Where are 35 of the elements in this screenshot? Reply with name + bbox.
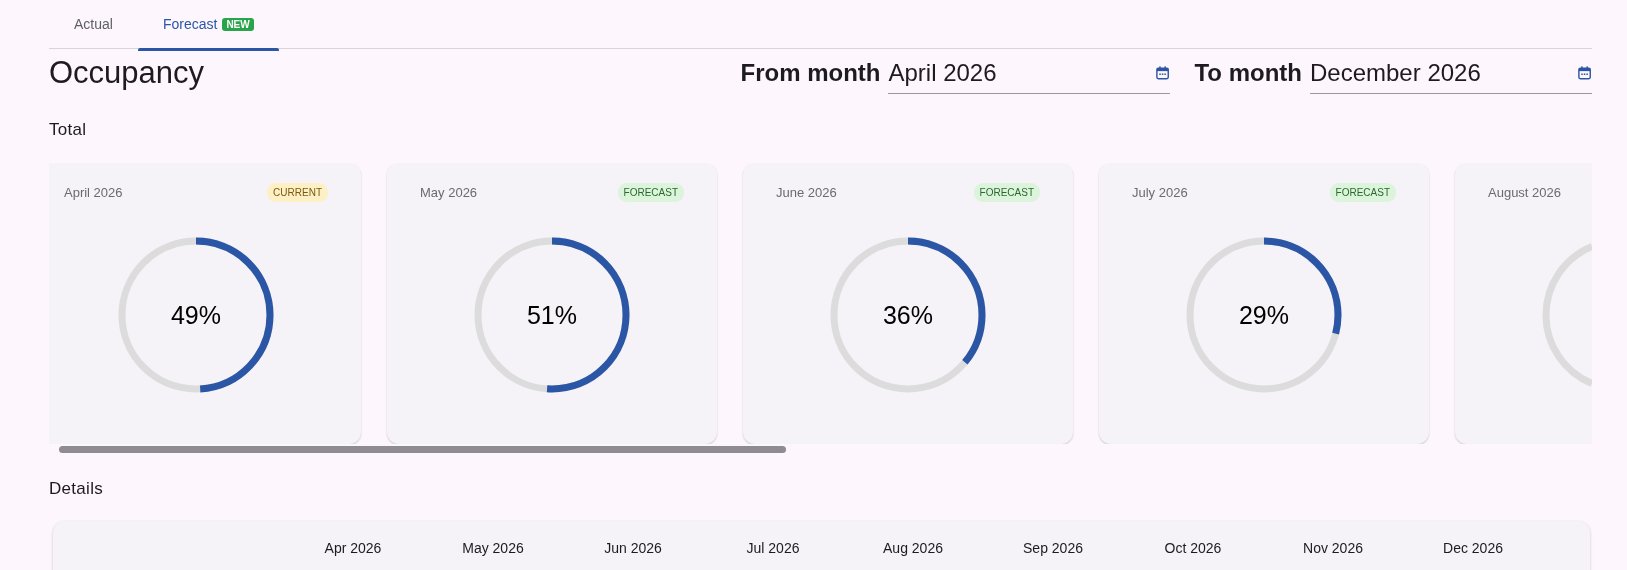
column-header: Sep 2026 xyxy=(1022,539,1084,558)
status-badge: FORECAST xyxy=(617,182,684,202)
month-label: August 2026 xyxy=(1488,183,1561,202)
scrollbar-thumb[interactable] xyxy=(59,445,786,453)
status-badge: FORECAST xyxy=(973,182,1040,202)
month-field[interactable]: December 2026 xyxy=(1310,54,1577,91)
month-label: July 2026 xyxy=(1132,183,1188,202)
percentage: 49% xyxy=(171,301,221,329)
calendar-icon[interactable] xyxy=(1576,64,1592,81)
field-label: From month xyxy=(740,58,881,88)
percentage: 51% xyxy=(527,301,577,329)
column-header: Jun 2026 xyxy=(603,539,663,558)
column-header: Jul 2026 xyxy=(745,539,801,558)
percentage: 29% xyxy=(1239,301,1289,329)
tab[interactable]: Forecast NEW xyxy=(137,0,279,49)
section-heading: Details xyxy=(49,477,105,500)
column-header: Aug 2026 xyxy=(882,539,944,558)
column-header: Nov 2026 xyxy=(1302,539,1364,558)
page-title: Occupancy xyxy=(49,54,205,92)
month-label: June 2026 xyxy=(776,183,837,202)
month-label: May 2026 xyxy=(420,183,478,202)
month-label: April 2026 xyxy=(64,183,123,202)
status-badge: FORECAST xyxy=(1329,182,1396,202)
column-header: Dec 2026 xyxy=(1442,539,1504,558)
field-label: To month xyxy=(1194,58,1302,88)
percentage: 36% xyxy=(883,301,933,329)
column-header: Oct 2026 xyxy=(1163,539,1223,558)
new-badge: NEW xyxy=(222,18,254,31)
month-field[interactable]: April 2026 xyxy=(888,54,1156,91)
column-header: May 2026 xyxy=(461,539,525,558)
calendar-icon[interactable] xyxy=(1155,64,1171,81)
section-heading: Total xyxy=(49,119,88,141)
status-badge: CURRENT xyxy=(267,182,328,202)
tab[interactable]: Actual xyxy=(49,0,138,49)
column-header: Apr 2026 xyxy=(323,539,383,558)
